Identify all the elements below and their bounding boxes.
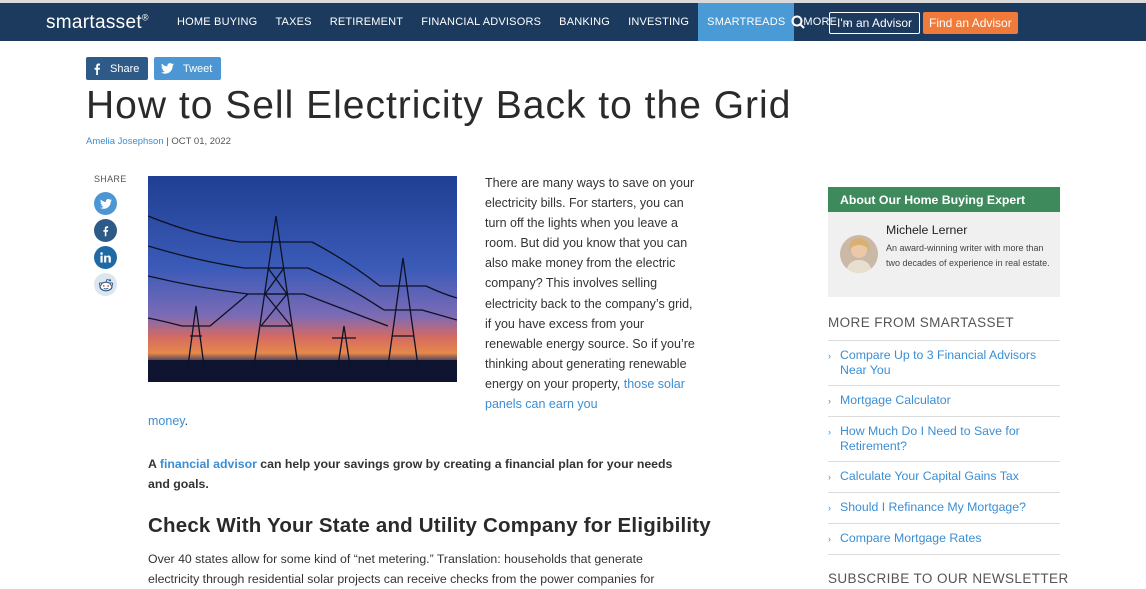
- reddit-share-icon[interactable]: [94, 273, 117, 296]
- more-links-list: › Compare Up to 3 Financial Advisors Near…: [828, 340, 1060, 555]
- expert-name[interactable]: Michele Lerner: [886, 223, 967, 237]
- expert-avatar: [840, 235, 878, 273]
- chevron-right-icon: ›: [828, 396, 831, 406]
- article-intro-paragraph: There are many ways to save on your elec…: [485, 173, 695, 414]
- solar-panels-link-continued[interactable]: money: [148, 414, 185, 428]
- more-link-capital-gains-tax[interactable]: › Calculate Your Capital Gains Tax: [828, 462, 1060, 493]
- intro-end-punctuation: .: [184, 414, 189, 428]
- nav-financial-advisors[interactable]: FINANCIAL ADVISORS: [412, 3, 550, 41]
- nav-smartreads[interactable]: SMARTREADS: [698, 3, 795, 41]
- expert-card-heading: About Our Home Buying Expert: [828, 187, 1060, 212]
- more-link-label: Compare Mortgage Rates: [840, 531, 982, 545]
- publish-date: OCT 01, 2022: [171, 136, 231, 147]
- more-link-label: Mortgage Calculator: [840, 393, 951, 407]
- chevron-right-icon: ›: [828, 503, 831, 513]
- nav-retirement[interactable]: RETIREMENT: [321, 3, 413, 41]
- power-lines-hero-image: [148, 176, 457, 382]
- more-link-label: Should I Refinance My Mortgage?: [840, 500, 1026, 514]
- advisor-prefix: A: [148, 457, 160, 471]
- chevron-right-icon: ›: [828, 472, 831, 482]
- intro-continuation: money.: [148, 414, 188, 428]
- nav-banking[interactable]: BANKING: [550, 3, 619, 41]
- share-label-vertical: SHARE: [94, 174, 127, 184]
- share-label: Share: [110, 62, 140, 75]
- nav-investing[interactable]: INVESTING: [619, 3, 698, 41]
- more-from-smartasset-heading: MORE FROM SMARTASSET: [828, 315, 1015, 330]
- intro-text: There are many ways to save on your elec…: [485, 176, 695, 391]
- nav-home-buying[interactable]: HOME BUYING: [168, 3, 266, 41]
- section-paragraph: Over 40 states allow for some kind of “n…: [148, 552, 655, 586]
- more-link-label: Calculate Your Capital Gains Tax: [840, 469, 1019, 483]
- facebook-share-icon[interactable]: [94, 219, 117, 242]
- expert-description: An award-winning writer with more than t…: [886, 243, 1050, 268]
- linkedin-share-icon[interactable]: [94, 246, 117, 269]
- expert-card: About Our Home Buying Expert Michele Ler…: [828, 187, 1060, 297]
- tweet-label: Tweet: [183, 62, 213, 75]
- im-an-advisor-button[interactable]: I'm an Advisor: [829, 12, 920, 34]
- article-byline: Amelia Josephson | OCT 01, 2022: [86, 136, 231, 147]
- twitter-icon: [161, 63, 174, 74]
- chevron-right-icon: ›: [828, 351, 831, 361]
- newsletter-heading: SUBSCRIBE TO OUR NEWSLETTER: [828, 571, 1069, 586]
- twitter-share-icon[interactable]: [94, 192, 117, 215]
- nav-taxes[interactable]: TAXES: [266, 3, 320, 41]
- top-navigation-bar: smartasset® HOME BUYING TAXES RETIREMENT…: [0, 0, 1146, 41]
- financial-advisor-link[interactable]: financial advisor: [160, 457, 257, 471]
- more-link-mortgage-rates[interactable]: › Compare Mortgage Rates: [828, 524, 1060, 555]
- main-nav: HOME BUYING TAXES RETIREMENT FINANCIAL A…: [168, 3, 860, 41]
- advisor-callout: A financial advisor can help your saving…: [148, 454, 678, 494]
- facebook-share-button[interactable]: Share: [86, 57, 149, 80]
- smartasset-logo[interactable]: smartasset®: [46, 12, 149, 34]
- facebook-icon: [93, 63, 101, 75]
- logo-trademark-mark: ®: [141, 12, 149, 23]
- logo-text: smartasset: [46, 12, 142, 33]
- more-link-mortgage-calculator[interactable]: › Mortgage Calculator: [828, 386, 1060, 417]
- find-an-advisor-button[interactable]: Find an Advisor: [923, 12, 1018, 34]
- section-heading: Check With Your State and Utility Compan…: [148, 514, 711, 537]
- chevron-right-icon: ›: [828, 534, 831, 544]
- twitter-tweet-button[interactable]: Tweet: [154, 57, 222, 80]
- author-link[interactable]: Amelia Josephson: [86, 136, 164, 147]
- chevron-right-icon: ›: [828, 427, 831, 437]
- more-link-compare-advisors[interactable]: › Compare Up to 3 Financial Advisors Near…: [828, 341, 1060, 386]
- more-link-refinance[interactable]: › Should I Refinance My Mortgage?: [828, 493, 1060, 524]
- more-link-label: Compare Up to 3 Financial Advisors Near …: [840, 348, 1037, 377]
- more-link-label: How Much Do I Need to Save for Retiremen…: [840, 424, 1020, 453]
- search-icon[interactable]: [790, 14, 806, 30]
- more-link-save-for-retirement[interactable]: › How Much Do I Need to Save for Retireme…: [828, 417, 1060, 462]
- article-title: How to Sell Electricity Back to the Grid: [86, 84, 792, 127]
